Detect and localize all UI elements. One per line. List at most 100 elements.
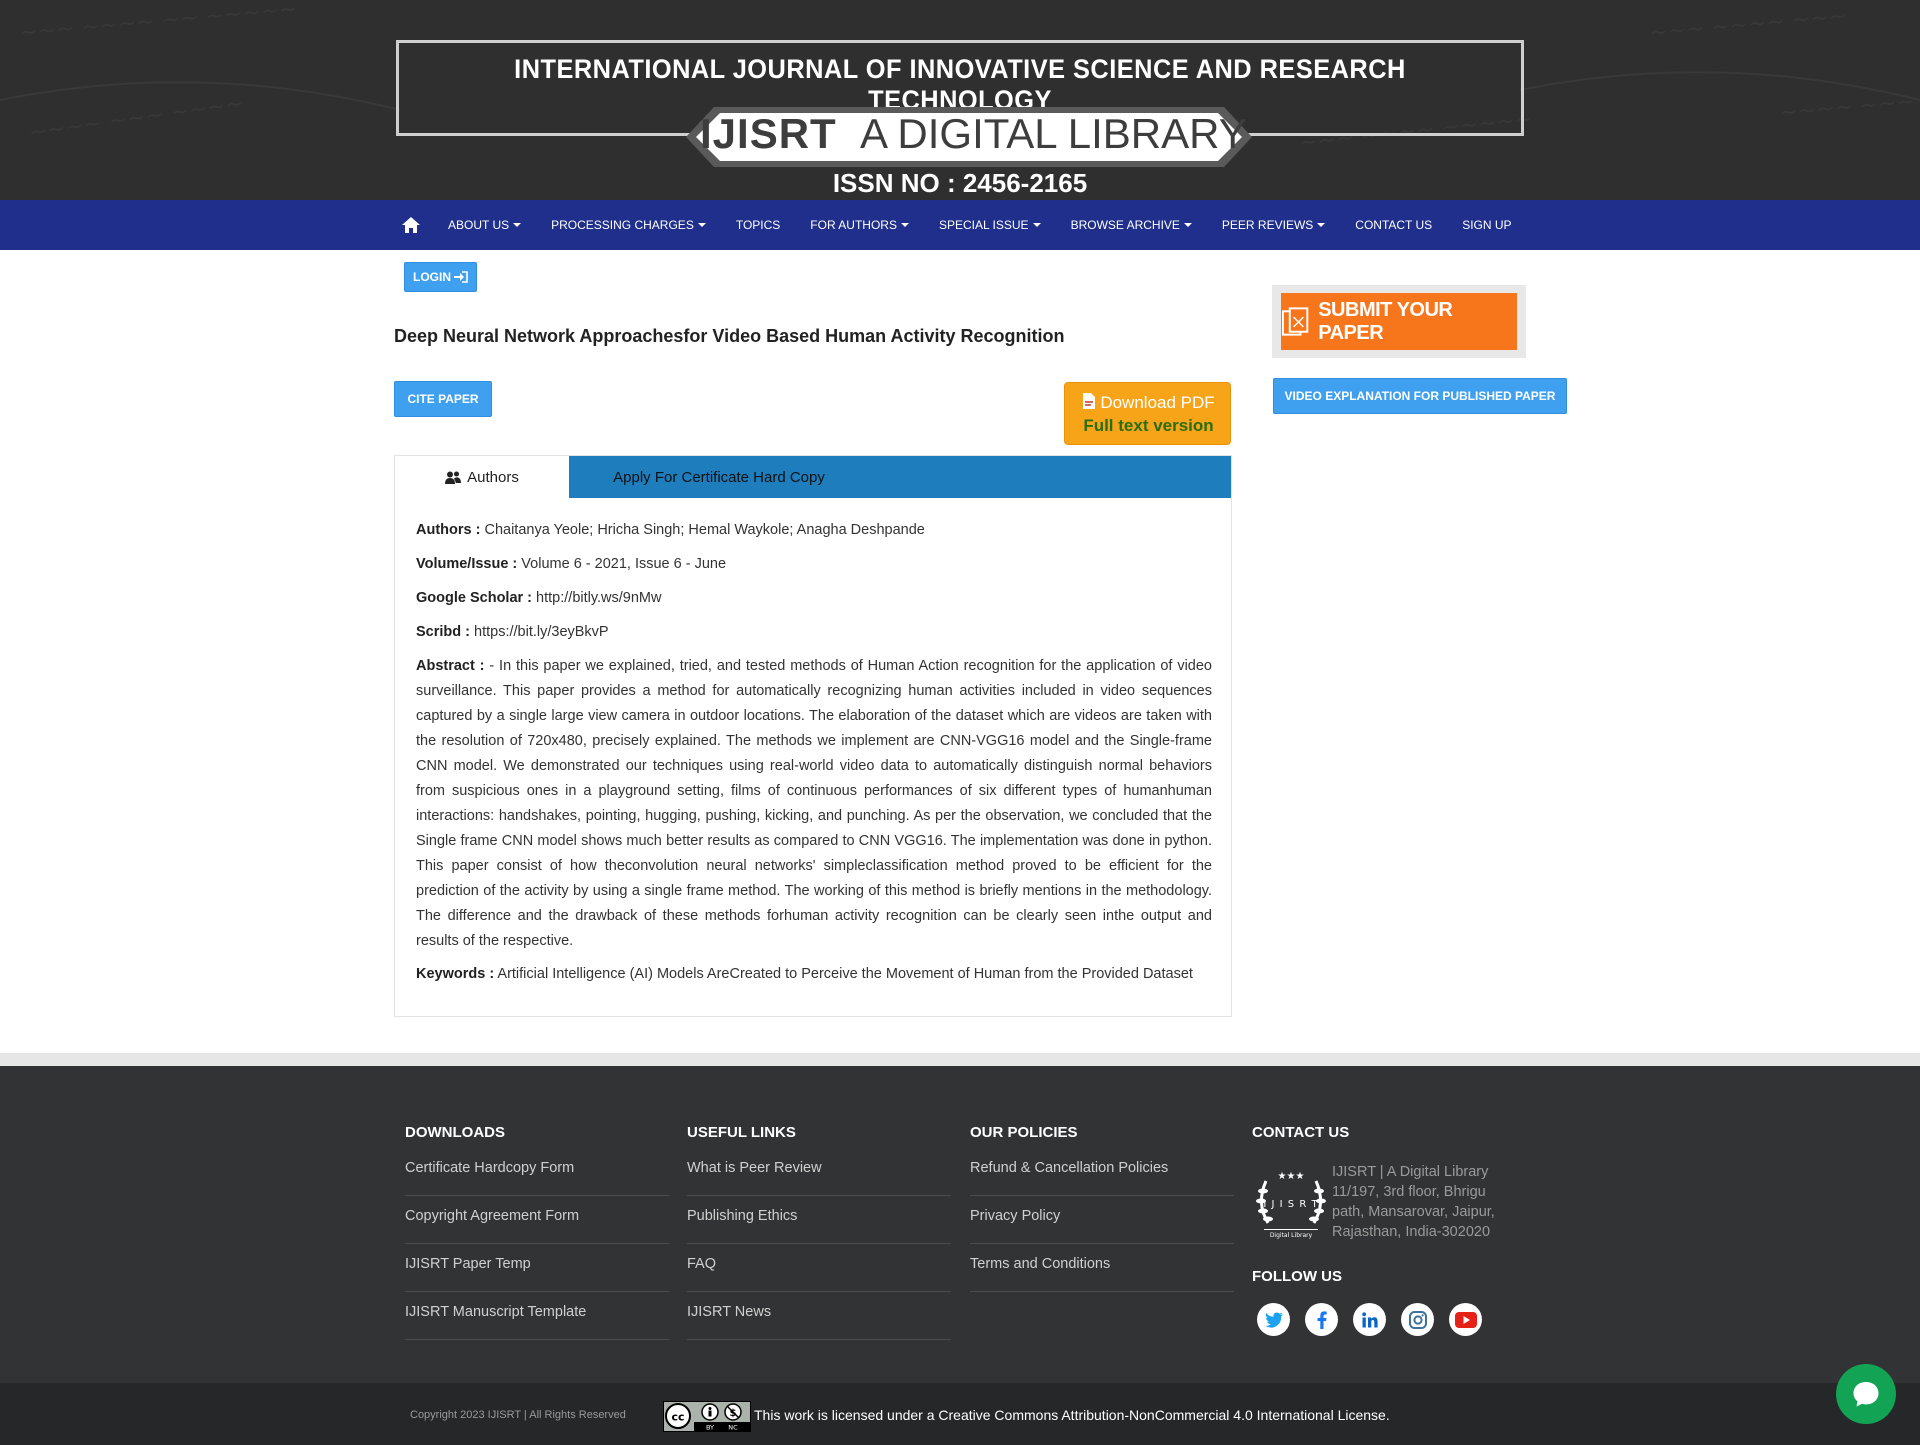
chat-icon	[1853, 1382, 1879, 1407]
main-navbar: ABOUT US PROCESSING CHARGES TOPICS FOR A…	[0, 200, 1920, 250]
download-pdf-button[interactable]: Download PDF Full text version	[1064, 382, 1231, 445]
nav-contact-us[interactable]: CONTACT US	[1355, 218, 1432, 232]
footer-useful-links: USEFUL LINKS What is Peer Review Publish…	[687, 1124, 951, 1340]
nav-items: ABOUT US PROCESSING CHARGES TOPICS FOR A…	[402, 200, 1542, 250]
nav-special-issue[interactable]: SPECIAL ISSUE	[939, 218, 1041, 232]
nav-peer-reviews[interactable]: PEER REVIEWS	[1222, 218, 1326, 232]
nav-processing-charges[interactable]: PROCESSING CHARGES	[551, 218, 706, 232]
svg-text:BY: BY	[706, 1424, 714, 1432]
sign-in-icon	[454, 271, 468, 283]
site-header: ~~~ ~~~~ ~~ ~~~~~ ~~~ ~~~~ ~~~ ~~~~ ~~~ …	[0, 0, 1920, 200]
footer-link-paper-temp[interactable]: IJISRT Paper Temp	[405, 1244, 669, 1292]
scholar-link[interactable]: http://bitly.ws/9nMw	[536, 590, 661, 606]
full-text-version-label: Full text version	[1083, 416, 1214, 435]
license-link[interactable]: This work is licensed under a Creative C…	[754, 1407, 1390, 1423]
svg-text:~~~ ~~~~ ~~~: ~~~ ~~~~ ~~~	[1648, 4, 1848, 46]
logo-text: I J I S R T	[1263, 1199, 1318, 1210]
cite-paper-button[interactable]: CITE PAPER	[394, 381, 492, 417]
chevron-down-icon	[900, 223, 909, 227]
scribd-row: Scribd : https://bit.ly/3eyBkvP	[416, 620, 1212, 645]
footer-policies: OUR POLICIES Refund & Cancellation Polic…	[970, 1124, 1234, 1292]
footer-contact: CONTACT US	[1252, 1124, 1516, 1148]
svg-text:NC: NC	[728, 1424, 738, 1432]
home-icon[interactable]	[402, 217, 420, 233]
copyright-text: Copyright 2023 IJISRT | All Rights Reser…	[410, 1409, 626, 1421]
pdf-file-icon	[1083, 393, 1096, 409]
footer-link-privacy-policy[interactable]: Privacy Policy	[970, 1196, 1234, 1244]
footer-link-copyright-agreement[interactable]: Copyright Agreement Form	[405, 1196, 669, 1244]
chevron-down-icon	[513, 223, 522, 227]
nav-about-us[interactable]: ABOUT US	[448, 218, 522, 232]
issn-label: ISSN NO : 2456-2165	[832, 168, 1088, 198]
svg-text:★★★: ★★★	[1278, 1171, 1305, 1182]
chat-button[interactable]	[1836, 1364, 1896, 1424]
download-pdf-label: Download PDF	[1065, 393, 1232, 413]
footer-divider	[0, 1053, 1920, 1066]
submit-paper-banner: SUBMIT YOUR PAPER	[1272, 285, 1526, 358]
ijisrt-logo: ★★★ I J I S R T Digital Library	[1256, 1171, 1326, 1239]
chevron-down-icon	[1183, 223, 1192, 227]
downloads-heading: DOWNLOADS	[405, 1124, 505, 1141]
footer-link-peer-review[interactable]: What is Peer Review	[687, 1148, 951, 1196]
tab-authors[interactable]: Authors	[395, 456, 569, 498]
abstract-row: Abstract : - In this paper we explained,…	[416, 654, 1212, 954]
nav-browse-archive[interactable]: BROWSE ARCHIVE	[1071, 218, 1192, 232]
paper-details-card: Authors Apply For Certificate Hard Copy …	[394, 455, 1232, 1017]
creative-commons-badge[interactable]: cc $ BY NC	[663, 1401, 751, 1432]
facebook-icon[interactable]	[1305, 1303, 1338, 1336]
footer-link-terms[interactable]: Terms and Conditions	[970, 1244, 1234, 1292]
abstract-text: - In this paper we explained, tried, and…	[416, 658, 1212, 949]
submit-paper-button[interactable]: SUBMIT YOUR PAPER	[1281, 293, 1517, 350]
paper-title: Deep Neural Network Approachesfor Video …	[394, 326, 1065, 346]
tab-certificate-hard-copy[interactable]: Apply For Certificate Hard Copy	[569, 456, 869, 498]
instagram-icon[interactable]	[1401, 1303, 1434, 1336]
follow-us-heading: FOLLOW US	[1252, 1268, 1342, 1285]
tab-bar: Authors Apply For Certificate Hard Copy	[395, 456, 1231, 498]
footer-link-faq[interactable]: FAQ	[687, 1244, 951, 1292]
footer-link-news[interactable]: IJISRT News	[687, 1292, 951, 1340]
footer-link-publishing-ethics[interactable]: Publishing Ethics	[687, 1196, 951, 1244]
login-button[interactable]: LOGIN	[404, 262, 477, 292]
useful-links-heading: USEFUL LINKS	[687, 1124, 796, 1141]
authors-value: Chaitanya Yeole; Hricha Singh; Hemal Way…	[484, 522, 925, 538]
abstract-label: Abstract :	[416, 658, 485, 674]
chevron-down-icon	[1032, 223, 1041, 227]
scholar-row: Google Scholar : http://bitly.ws/9nMw	[416, 586, 1212, 611]
nav-sign-up[interactable]: SIGN UP	[1462, 218, 1511, 232]
svg-text:cc: cc	[671, 1411, 684, 1424]
submit-paper-label: SUBMIT YOUR PAPER	[1318, 298, 1453, 344]
svg-text:~~~~ ~~~ ~~~~: ~~~~ ~~~ ~~~~	[27, 91, 245, 146]
scholar-label: Google Scholar :	[416, 590, 533, 606]
document-icon	[1281, 306, 1309, 336]
nav-topics[interactable]: TOPICS	[736, 218, 780, 232]
authors-row: Authors : Chaitanya Yeole; Hricha Singh;…	[416, 518, 1212, 543]
volume-value: Volume 6 - 2021, Issue 6 - June	[521, 556, 727, 572]
banner-subtitle: A DIGITAL LIBRARY	[860, 110, 1247, 157]
contact-address: IJISRT | A Digital Library 11/197, 3rd f…	[1332, 1164, 1495, 1240]
footer-link-refund-policy[interactable]: Refund & Cancellation Policies	[970, 1148, 1234, 1196]
linkedin-icon[interactable]	[1353, 1303, 1386, 1336]
youtube-icon[interactable]	[1449, 1303, 1482, 1336]
policies-heading: OUR POLICIES	[970, 1124, 1078, 1141]
footer-link-manuscript-template[interactable]: IJISRT Manuscript Template	[405, 1292, 669, 1340]
svg-text:~~~~ ~~~ ~~: ~~~~ ~~~ ~~	[1778, 85, 1920, 126]
keywords-row: Keywords : Artificial Intelligence (AI) …	[416, 962, 1212, 987]
chevron-down-icon	[697, 223, 706, 227]
video-explanation-button[interactable]: VIDEO EXPLANATION FOR PUBLISHED PAPER	[1273, 378, 1567, 414]
twitter-icon[interactable]	[1257, 1303, 1290, 1336]
banner-title: IJISRT A DIGITAL LIBRARY	[700, 110, 1247, 158]
volume-label: Volume/Issue :	[416, 556, 518, 572]
nav-for-authors[interactable]: FOR AUTHORS	[810, 218, 909, 232]
footer-link-certificate-hardcopy[interactable]: Certificate Hardcopy Form	[405, 1148, 669, 1196]
volume-row: Volume/Issue : Volume 6 - 2021, Issue 6 …	[416, 552, 1212, 577]
users-icon	[445, 471, 462, 484]
contact-heading: CONTACT US	[1252, 1124, 1350, 1141]
authors-label: Authors :	[416, 522, 481, 538]
scribd-link[interactable]: https://bit.ly/3eyBkvP	[474, 624, 609, 640]
social-links	[1257, 1303, 1497, 1336]
svg-text:~~~ ~~~~ ~~ ~~~~~: ~~~ ~~~~ ~~ ~~~~~	[18, 0, 298, 46]
footer-downloads: DOWNLOADS Certificate Hardcopy Form Copy…	[405, 1124, 669, 1340]
logo-sub: Digital Library	[1270, 1232, 1313, 1239]
scribd-label: Scribd :	[416, 624, 470, 640]
site-footer	[0, 1066, 1920, 1383]
